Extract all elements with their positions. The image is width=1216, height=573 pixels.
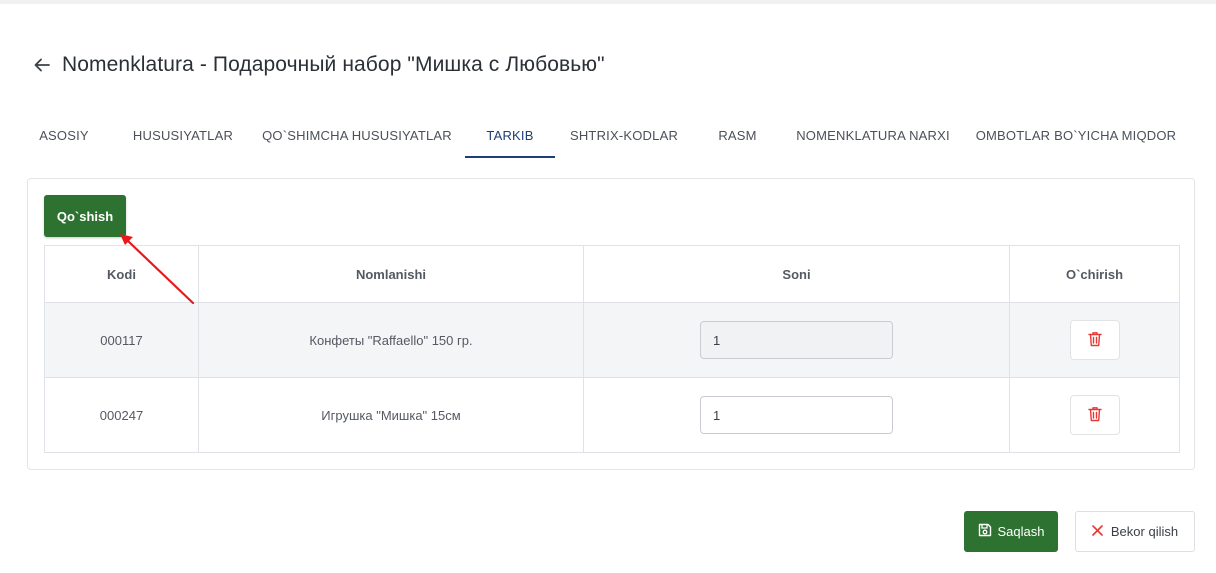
trash-icon bbox=[1087, 406, 1102, 425]
close-x-icon bbox=[1092, 524, 1103, 539]
row-name: Игрушка "Мишка" 15см bbox=[198, 377, 584, 453]
delete-row-button[interactable] bbox=[1069, 395, 1120, 435]
tab-asosiy[interactable]: ASOSIY bbox=[28, 112, 100, 158]
tab-husus[interactable]: HUSUSIYATLAR bbox=[122, 112, 244, 158]
table-header-row: Kodi Nomlanishi Soni O`chirish bbox=[44, 245, 1180, 303]
quantity-input[interactable] bbox=[700, 396, 893, 434]
cancel-button[interactable]: Bekor qilish bbox=[1075, 511, 1195, 552]
floppy-disk-icon bbox=[978, 523, 992, 540]
table-row: 000117 Конфеты "Raffaello" 150 гр. bbox=[44, 302, 1180, 378]
delete-row-button[interactable] bbox=[1069, 320, 1120, 360]
trash-icon bbox=[1087, 331, 1102, 350]
table-row: 000247 Игрушка "Мишка" 15см bbox=[44, 377, 1180, 453]
tab-narxi[interactable]: NOMENKLATURA NARXI bbox=[788, 112, 958, 158]
tab-shtrix[interactable]: SHTRIX-KODLAR bbox=[562, 112, 686, 158]
row-delete-cell bbox=[1009, 377, 1180, 453]
row-qty-cell bbox=[583, 377, 1010, 453]
page: Nomenklatura - Подарочный набор "Мишка с… bbox=[0, 4, 1216, 573]
row-code: 000247 bbox=[44, 377, 199, 453]
tab-qoshimcha[interactable]: QO`SHIMCHA HUSUSIYATLAR bbox=[256, 112, 458, 158]
tab-tarkib[interactable]: TARKIB bbox=[465, 112, 555, 158]
composition-table: Kodi Nomlanishi Soni O`chirish 000117 Ко… bbox=[44, 245, 1180, 453]
row-qty-cell bbox=[583, 302, 1010, 378]
tab-rasm[interactable]: RASM bbox=[700, 112, 775, 158]
page-header: Nomenklatura - Подарочный набор "Мишка с… bbox=[32, 48, 605, 82]
column-header-code[interactable]: Kodi bbox=[44, 245, 199, 303]
quantity-input[interactable] bbox=[700, 321, 893, 359]
save-button[interactable]: Saqlash bbox=[964, 511, 1058, 552]
cancel-label: Bekor qilish bbox=[1110, 524, 1179, 539]
page-title: Nomenklatura - Подарочный набор "Мишка с… bbox=[62, 53, 605, 76]
save-label: Saqlash bbox=[997, 524, 1045, 539]
tab-bar: ASOSIY HUSUSIYATLAR QO`SHIMCHA HUSUSIYAT… bbox=[0, 112, 1216, 158]
row-code: 000117 bbox=[44, 302, 199, 378]
row-name: Конфеты "Raffaello" 150 гр. bbox=[198, 302, 584, 378]
composition-card: Qo`shish Kodi Nomlanishi Soni O`chirish … bbox=[27, 178, 1195, 470]
tab-ombotlar[interactable]: OMBOTLAR BO`YICHA MIQDOR bbox=[970, 112, 1182, 158]
column-header-delete: O`chirish bbox=[1009, 245, 1180, 303]
arrow-left-icon[interactable] bbox=[32, 54, 54, 76]
column-header-qty[interactable]: Soni bbox=[583, 245, 1010, 303]
row-delete-cell bbox=[1009, 302, 1180, 378]
column-header-name[interactable]: Nomlanishi bbox=[198, 245, 584, 303]
add-button[interactable]: Qo`shish bbox=[44, 195, 126, 237]
